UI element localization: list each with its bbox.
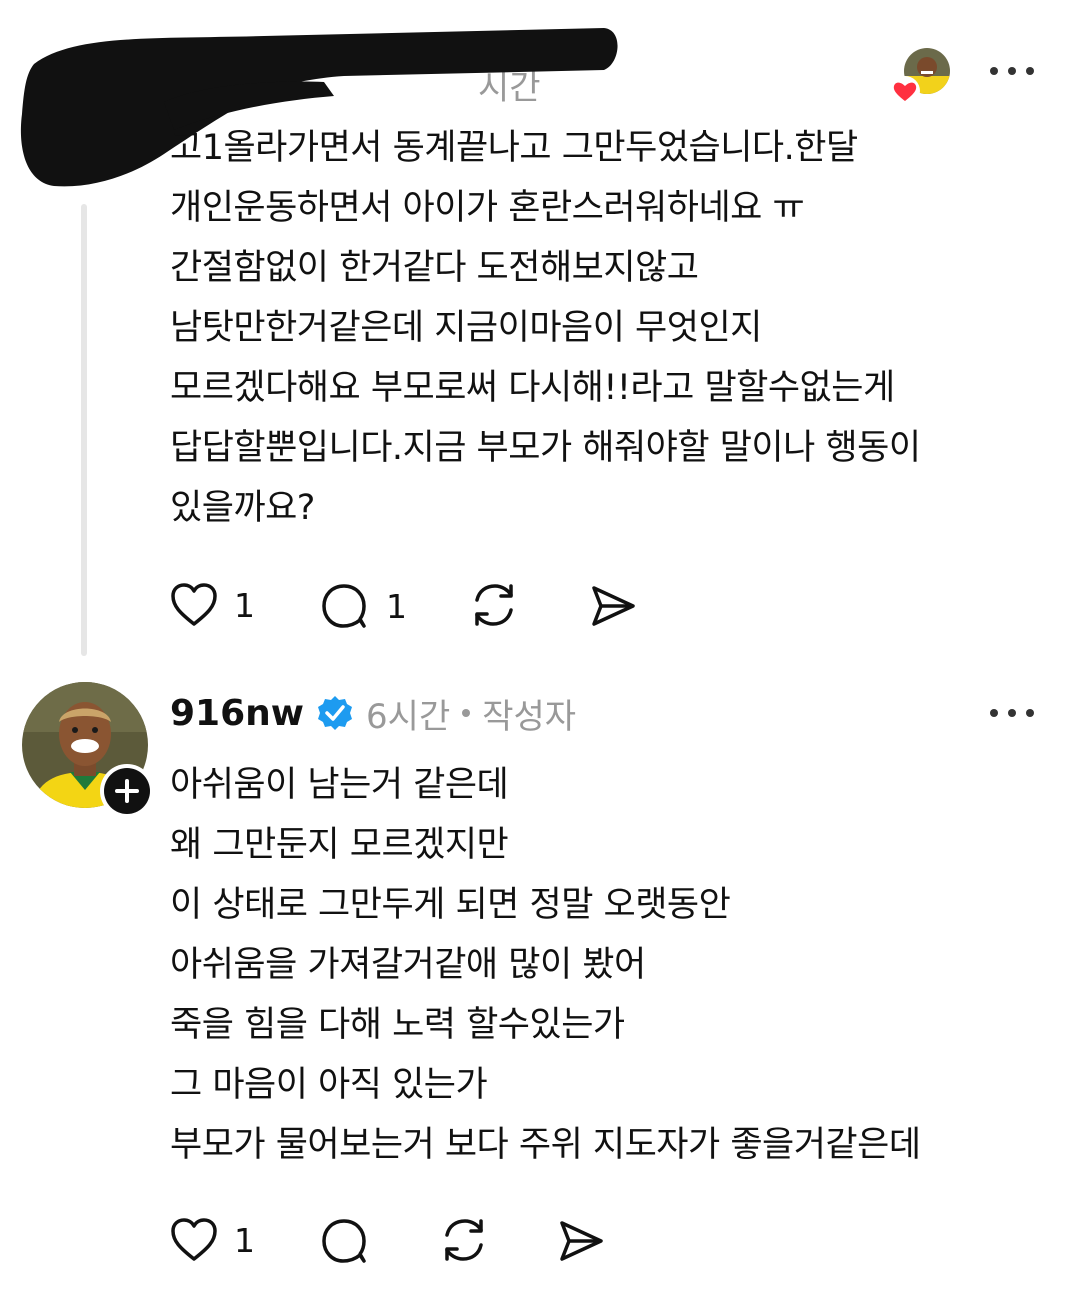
reply-body: 아쉬움이 남는거 같은데 왜 그만둔지 모르겠지만 이 상태로 그만두게 되면 … <box>170 755 921 1175</box>
post-body-line: 고1올라가면서 동계끝나고 그만두었습니다.한달 <box>170 128 858 168</box>
share-button[interactable] <box>556 1217 606 1265</box>
comment-icon <box>322 584 366 628</box>
post-body-line: 남탓만한거같은데 지금이마음이 무엇인지 <box>170 308 762 348</box>
post-body-line: 있을까요? <box>170 488 315 528</box>
reply-body-line: 죽을 힘을 다해 노력 할수있는가 <box>170 1005 625 1045</box>
post-body: 고1올라가면서 동계끝나고 그만두었습니다.한달 개인운동하면서 아이가 혼란스… <box>170 118 921 538</box>
liker-heart-icon <box>890 76 920 106</box>
share-button[interactable] <box>588 582 638 630</box>
reply-body-line: 이 상태로 그만두게 되면 정말 오랫동안 <box>170 885 731 925</box>
heart-icon <box>171 1218 217 1261</box>
thread-connector-line <box>81 204 87 656</box>
more-icon[interactable] <box>990 705 1034 721</box>
reply-body-line: 그 마음이 아직 있는가 <box>170 1065 488 1105</box>
post-body-line: 간절함없이 한거같다 도전해보지않고 <box>170 248 699 288</box>
reply-body-line: 아쉬움을 가져갈거같애 많이 봤어 <box>170 945 646 985</box>
more-icon[interactable] <box>990 63 1034 79</box>
post-body-line: 모르겠다해요 부모로써 다시해!!라고 말할수없는게 <box>170 368 895 408</box>
heart-icon <box>171 583 217 626</box>
repost-icon <box>445 1219 483 1261</box>
reply-button[interactable]: 1 <box>320 582 407 630</box>
follow-plus-icon <box>115 779 139 803</box>
like-count: 1 <box>234 1220 255 1260</box>
post-time: 6시간 <box>366 696 451 737</box>
post-body-line: 개인운동하면서 아이가 혼란스러워하네요 ㅠ <box>170 188 805 228</box>
author-username[interactable]: 916nw <box>170 693 304 734</box>
like-count: 1 <box>234 585 255 625</box>
post-body-line: 답답할뿐입니다.지금 부모가 해줘야할 말이나 행동이 <box>170 428 921 468</box>
author-tag: 작성자 <box>482 696 577 737</box>
reply-body-line: 아쉬움이 남는거 같은데 <box>170 765 509 805</box>
reply-body-line: 부모가 물어보는거 보다 주위 지도자가 좋을거같은데 <box>170 1125 921 1165</box>
reply-body-line: 왜 그만둔지 모르겠지만 <box>170 825 509 865</box>
repost-button[interactable] <box>438 1215 490 1265</box>
repost-icon <box>475 584 513 626</box>
share-icon <box>592 586 635 626</box>
like-button[interactable]: 1 <box>170 582 255 628</box>
separator-dot <box>462 709 471 717</box>
reply-count: 1 <box>386 586 407 626</box>
like-button[interactable]: 1 <box>170 1217 255 1263</box>
repost-button[interactable] <box>468 580 520 630</box>
verified-badge-icon <box>318 696 353 730</box>
follow-button[interactable] <box>100 764 154 818</box>
comment-icon <box>322 1219 366 1263</box>
post-header: 916nw 6시간 작성자 <box>170 688 576 738</box>
share-icon <box>560 1221 603 1261</box>
reply-button[interactable] <box>320 1217 370 1265</box>
